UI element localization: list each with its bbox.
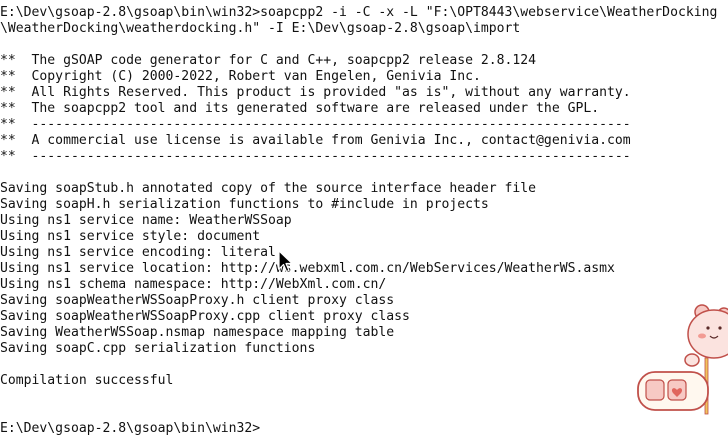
terminal-line: ** Copyright (C) 2000-2022, Robert van E… [0, 69, 481, 84]
terminal-line: \WeatherDocking\weatherdocking.h" -I E:\… [0, 21, 521, 36]
mouse-pointer-icon [278, 250, 293, 273]
terminal-line: Using ns1 service encoding: literal [0, 245, 276, 260]
terminal-line: Saving soapWeatherWSSoapProxy.cpp client… [0, 309, 410, 324]
bear-sticker-icon [637, 304, 728, 415]
terminal-line: Using ns1 schema namespace: http://WebXm… [0, 277, 387, 292]
terminal-line: ** All Rights Reserved. This product is … [0, 85, 631, 100]
terminal-line: E:\Dev\gsoap-2.8\gsoap\bin\win32>soapcpp… [0, 5, 718, 20]
terminal-line: Saving soapWeatherWSSoapProxy.h client p… [0, 293, 395, 308]
terminal-line: Saving soapStub.h annotated copy of the … [0, 181, 537, 196]
terminal-line: Saving soapH.h serialization functions t… [0, 197, 489, 212]
terminal-prompt[interactable]: E:\Dev\gsoap-2.8\gsoap\bin\win32> [0, 421, 260, 437]
terminal-line: ** A commercial use license is available… [0, 133, 631, 148]
terminal-line: Saving soapC.cpp serialization functions [0, 341, 316, 356]
terminal-line: ** The gSOAP code generator for C and C+… [0, 53, 537, 68]
terminal-line: ** The soapcpp2 tool and its generated s… [0, 101, 600, 116]
terminal-line: Compilation successful [0, 373, 174, 388]
terminal-line: ** -------------------------------------… [0, 117, 631, 132]
terminal-line: Saving WeatherWSSoap.nsmap namespace map… [0, 325, 395, 340]
terminal-line: Using ns1 service name: WeatherWSSoap [0, 213, 292, 228]
terminal-window[interactable]: E:\Dev\gsoap-2.8\gsoap\bin\win32>soapcpp… [0, 0, 728, 440]
terminal-line: ** -------------------------------------… [0, 149, 631, 164]
terminal-line: Using ns1 service style: document [0, 229, 261, 244]
terminal-line: Using ns1 service location: http://ws.we… [0, 261, 615, 276]
